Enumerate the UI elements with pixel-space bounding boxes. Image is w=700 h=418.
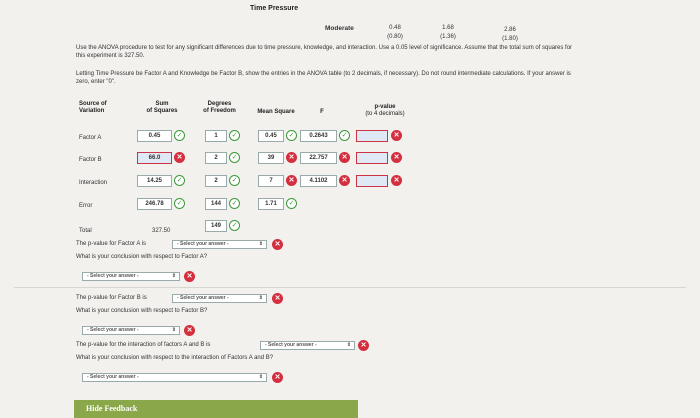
dropdown-arrow-icon: ⇕: [346, 342, 351, 348]
header-mean-3: 2.86: [504, 27, 516, 33]
header-sd-3: (1.80): [502, 36, 518, 42]
check-icon: ✓: [339, 130, 350, 141]
instruction-line-1: Use the ANOVA procedure to test for any …: [76, 45, 573, 51]
col-header-ss: Sum of Squares: [146, 101, 178, 114]
dropdown-arrow-icon: ⇕: [171, 327, 176, 333]
pvalue-factor-a-select[interactable]: - Select your answer - ⇕: [172, 240, 267, 249]
f-factor-b-input[interactable]: 22.757: [300, 152, 337, 164]
f-interaction-input[interactable]: 4.1102: [300, 175, 337, 187]
instruction-line-3: Letting Time Pressure be Factor A and Kn…: [76, 71, 571, 77]
col-header-source: Source of Variation: [79, 101, 107, 114]
ss-total-value: 327.50: [152, 228, 171, 234]
pvalue-interaction-input[interactable]: [356, 175, 388, 187]
check-icon: ✓: [286, 198, 297, 209]
level-label: Moderate: [325, 25, 354, 32]
row-label-factor-a: Factor A: [79, 135, 102, 141]
col-header-ms: Mean Square: [257, 109, 295, 115]
header-mean-2: 1.68: [442, 25, 454, 31]
error-icon: ✕: [391, 175, 402, 186]
question-factor-a: The p-value for Factor A is: [76, 241, 147, 247]
header-sd-2: (1.36): [440, 34, 456, 40]
pvalue-interaction-select[interactable]: - Select your answer - ⇕: [260, 341, 355, 350]
dropdown-arrow-icon: ⇕: [171, 273, 176, 279]
check-icon: ✓: [229, 220, 240, 231]
error-icon: ✕: [272, 239, 283, 250]
error-icon: ✕: [358, 340, 369, 351]
error-icon: ✕: [184, 271, 195, 282]
df-error-input[interactable]: 144: [205, 198, 227, 210]
pvalue-factor-b-select[interactable]: - Select your answer - ⇕: [172, 294, 267, 303]
dropdown-arrow-icon: ⇕: [258, 295, 263, 301]
error-icon: ✕: [286, 175, 297, 186]
hide-feedback-button[interactable]: Hide Feedback: [74, 400, 358, 418]
error-icon: ✕: [339, 175, 350, 186]
ss-factor-a-input[interactable]: 0.45: [137, 130, 172, 142]
check-icon: ✓: [174, 198, 185, 209]
conclusion-factor-a-select[interactable]: - Select your answer - ⇕: [82, 272, 180, 281]
header-mean-1: 0.48: [389, 25, 401, 31]
conclusion-interaction-select[interactable]: - Select your answer - ⇕: [82, 373, 267, 382]
instructions-entry: Letting Time Pressure be Factor A and Kn…: [76, 70, 691, 86]
ms-factor-a-input[interactable]: 0.45: [258, 130, 284, 142]
error-icon: ✕: [286, 152, 297, 163]
error-icon: ✕: [272, 372, 283, 383]
row-label-factor-b: Factor B: [79, 157, 102, 163]
check-icon: ✓: [229, 175, 240, 186]
error-icon: ✕: [174, 152, 185, 163]
row-label-error: Error: [79, 203, 93, 209]
ss-factor-b-input[interactable]: 66.0: [137, 152, 172, 164]
error-icon: ✕: [272, 293, 283, 304]
error-icon: ✕: [391, 130, 402, 141]
dropdown-arrow-icon: ⇕: [258, 374, 263, 380]
col-header-f: F: [320, 109, 324, 115]
check-icon: ✓: [229, 198, 240, 209]
conclusion-factor-b: What is your conclusion with respect to …: [76, 308, 208, 314]
section-title: Time Pressure: [250, 5, 299, 12]
check-icon: ✓: [229, 152, 240, 163]
instruction-line-2: this experiment is 327.50.: [76, 53, 145, 59]
question-factor-b: The p-value for Factor B is: [76, 295, 147, 301]
f-factor-a-input[interactable]: 0.2643: [300, 130, 337, 142]
instruction-line-4: zero, enter "0".: [76, 79, 116, 85]
df-interaction-input[interactable]: 2: [205, 175, 227, 187]
error-icon: ✕: [184, 325, 195, 336]
dropdown-arrow-icon: ⇕: [258, 241, 263, 247]
instructions: Use the ANOVA procedure to test for any …: [76, 44, 691, 60]
error-icon: ✕: [339, 152, 350, 163]
check-icon: ✓: [174, 175, 185, 186]
row-label-total: Total: [79, 228, 92, 234]
ss-interaction-input[interactable]: 14.25: [137, 175, 172, 187]
question-interaction: The p-value for the interaction of facto…: [76, 342, 211, 348]
conclusion-factor-b-select[interactable]: - Select your answer - ⇕: [82, 326, 180, 335]
divider: [14, 287, 686, 288]
error-icon: ✕: [391, 152, 402, 163]
df-factor-a-input[interactable]: 1: [205, 130, 227, 142]
check-icon: ✓: [229, 130, 240, 141]
ms-factor-b-input[interactable]: 39: [258, 152, 284, 164]
conclusion-interaction: What is your conclusion with respect to …: [76, 355, 274, 361]
col-header-df: Degrees of Freedom: [203, 101, 236, 114]
row-label-interaction: Interaction: [79, 180, 108, 186]
pvalue-factor-b-input[interactable]: [356, 152, 388, 164]
col-header-pvalue: p-value (to 4 decimals): [365, 104, 405, 117]
df-factor-b-input[interactable]: 2: [205, 152, 227, 164]
conclusion-factor-a: What is your conclusion with respect to …: [76, 254, 208, 260]
check-icon: ✓: [286, 130, 297, 141]
ms-interaction-input[interactable]: 7: [258, 175, 284, 187]
ss-error-input[interactable]: 246.78: [137, 198, 172, 210]
df-total-input[interactable]: 149: [205, 220, 227, 232]
pvalue-factor-a-input[interactable]: [356, 130, 388, 142]
ms-error-input[interactable]: 1.71: [258, 198, 284, 210]
header-sd-1: (0.80): [387, 34, 403, 40]
check-icon: ✓: [174, 130, 185, 141]
